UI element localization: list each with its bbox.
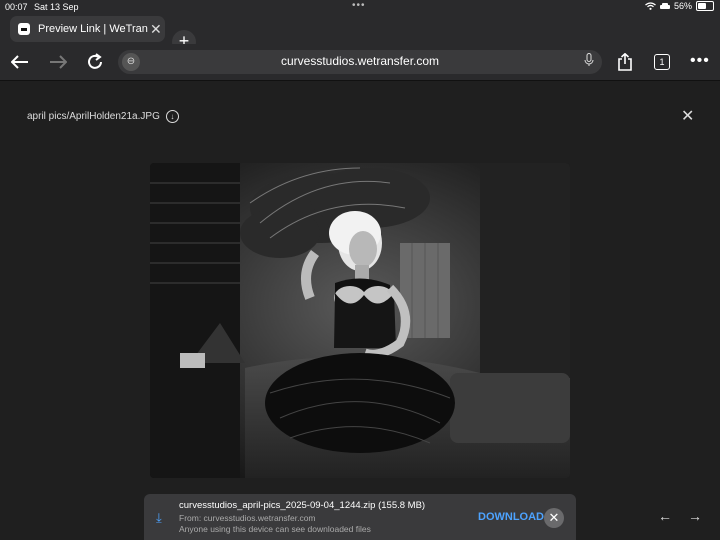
previous-file-arrow-icon[interactable]: ← [658, 508, 672, 524]
multitasking-dots-icon[interactable]: ••• [352, 0, 366, 11]
tab-bar: Preview Link | WeTransfer ✕ + [0, 14, 720, 54]
back-arrow-icon [11, 55, 28, 69]
reload-icon [88, 53, 102, 69]
car-icon [659, 2, 670, 9]
preview-photo [150, 163, 570, 478]
dismiss-download-icon[interactable]: ✕ [544, 508, 564, 528]
reload-button[interactable] [83, 50, 107, 74]
wifi-icon [645, 2, 656, 10]
more-options-icon[interactable]: ••• [690, 52, 710, 70]
download-file-icon[interactable]: ↓ [165, 110, 179, 123]
share-icon [618, 53, 632, 71]
microphone-icon[interactable] [584, 53, 594, 70]
address-bar[interactable]: ⊖ curvesstudios.wetransfer.com [118, 50, 602, 74]
download-arrow-icon: ⤓ [156, 510, 162, 525]
tab-overview-button[interactable]: 1 [654, 54, 670, 70]
status-date: Sat 13 Sep [34, 2, 79, 12]
tab-close-icon[interactable]: ✕ [150, 21, 162, 38]
navigation-bar: ⊖ curvesstudios.wetransfer.com 1 ••• [0, 44, 720, 81]
download-button[interactable]: DOWNLOAD [478, 511, 544, 523]
file-path-header: april pics/AprilHolden21a.JPG ↓ [27, 110, 179, 123]
battery-icon [696, 1, 714, 11]
forward-arrow-icon [50, 55, 67, 69]
forward-button[interactable] [46, 50, 70, 74]
preview-page: april pics/AprilHolden21a.JPG ↓ ✕ ⤓ curv… [0, 81, 720, 540]
download-privacy-note: Anyone using this device can see downloa… [179, 524, 371, 534]
tab-title: Preview Link | WeTransfer [38, 23, 148, 35]
tab-preview-link[interactable]: Preview Link | WeTransfer ✕ [10, 16, 165, 42]
back-button[interactable] [8, 50, 32, 74]
close-preview-icon[interactable]: ✕ [681, 106, 694, 126]
download-source: From: curvesstudios.wetransfer.com [179, 513, 316, 523]
url-text: curvesstudios.wetransfer.com [280, 54, 440, 68]
status-bar: 00:07 Sat 13 Sep ••• 56% [0, 0, 720, 14]
battery-percent: 56% [673, 1, 692, 11]
share-button[interactable] [613, 50, 637, 74]
download-banner: ⤓ curvesstudios_april-pics_2025-09-04_12… [144, 494, 576, 540]
file-path: april pics/AprilHolden21a.JPG [27, 111, 160, 122]
status-indicators: 56% [645, 1, 714, 11]
next-file-arrow-icon[interactable]: → [688, 508, 702, 524]
wetransfer-favicon-icon [18, 23, 30, 35]
download-filename: curvesstudios_april-pics_2025-09-04_1244… [179, 500, 426, 511]
status-time: 00:07 [5, 2, 28, 12]
